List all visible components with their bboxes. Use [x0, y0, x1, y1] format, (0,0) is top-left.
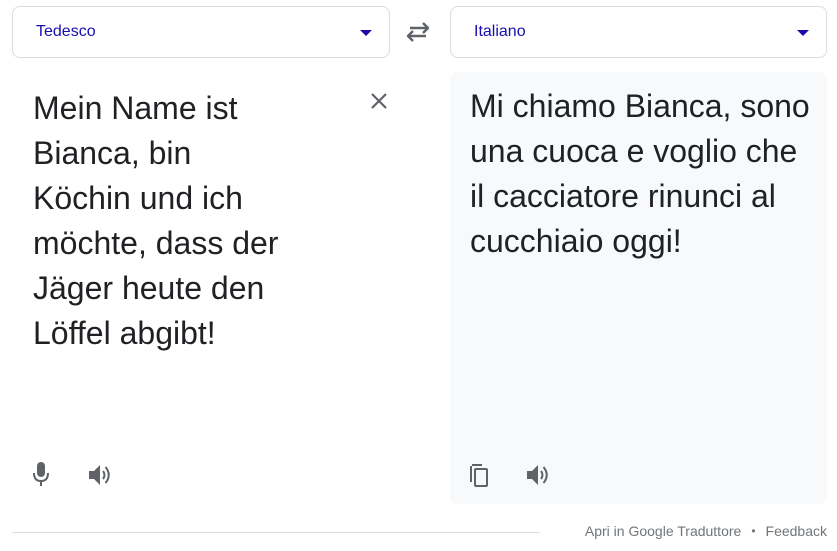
source-language-label: Tedesco — [36, 23, 96, 40]
open-in-translate-link[interactable]: Apri in Google Traduttore — [585, 523, 741, 539]
copy-translation-button[interactable] — [465, 461, 493, 489]
footer-separator: • — [751, 524, 756, 538]
clear-icon — [371, 93, 387, 109]
source-language-select[interactable]: Tedesco — [12, 6, 390, 58]
feedback-link[interactable]: Feedback — [766, 523, 827, 539]
clear-text-button[interactable] — [367, 89, 391, 113]
translation-text: Mi chiamo Bianca, sono una cuoca e vogli… — [470, 88, 810, 259]
microphone-icon — [33, 462, 49, 486]
target-language-select[interactable]: Italiano — [450, 6, 827, 58]
speaker-icon — [527, 465, 548, 485]
caret-down-icon — [797, 30, 809, 36]
listen-source-button[interactable] — [86, 461, 114, 489]
microphone-button[interactable] — [27, 460, 55, 488]
target-language-label: Italiano — [474, 23, 526, 40]
swap-languages-button[interactable] — [402, 18, 434, 46]
translation-panel: Mi chiamo Bianca, sono una cuoca e vogli… — [450, 72, 827, 504]
speaker-icon — [89, 465, 110, 485]
swap-icon — [406, 22, 430, 42]
footer-divider — [12, 532, 540, 533]
caret-down-icon — [360, 30, 372, 36]
footer: Apri in Google Traduttore • Feedback — [585, 523, 827, 539]
source-panel: Mein Name ist Bianca, bin Köchin und ich… — [12, 72, 390, 504]
listen-translation-button[interactable] — [524, 461, 552, 489]
source-text-input[interactable]: Mein Name ist Bianca, bin Köchin und ich… — [33, 86, 333, 356]
copy-icon — [470, 464, 488, 487]
